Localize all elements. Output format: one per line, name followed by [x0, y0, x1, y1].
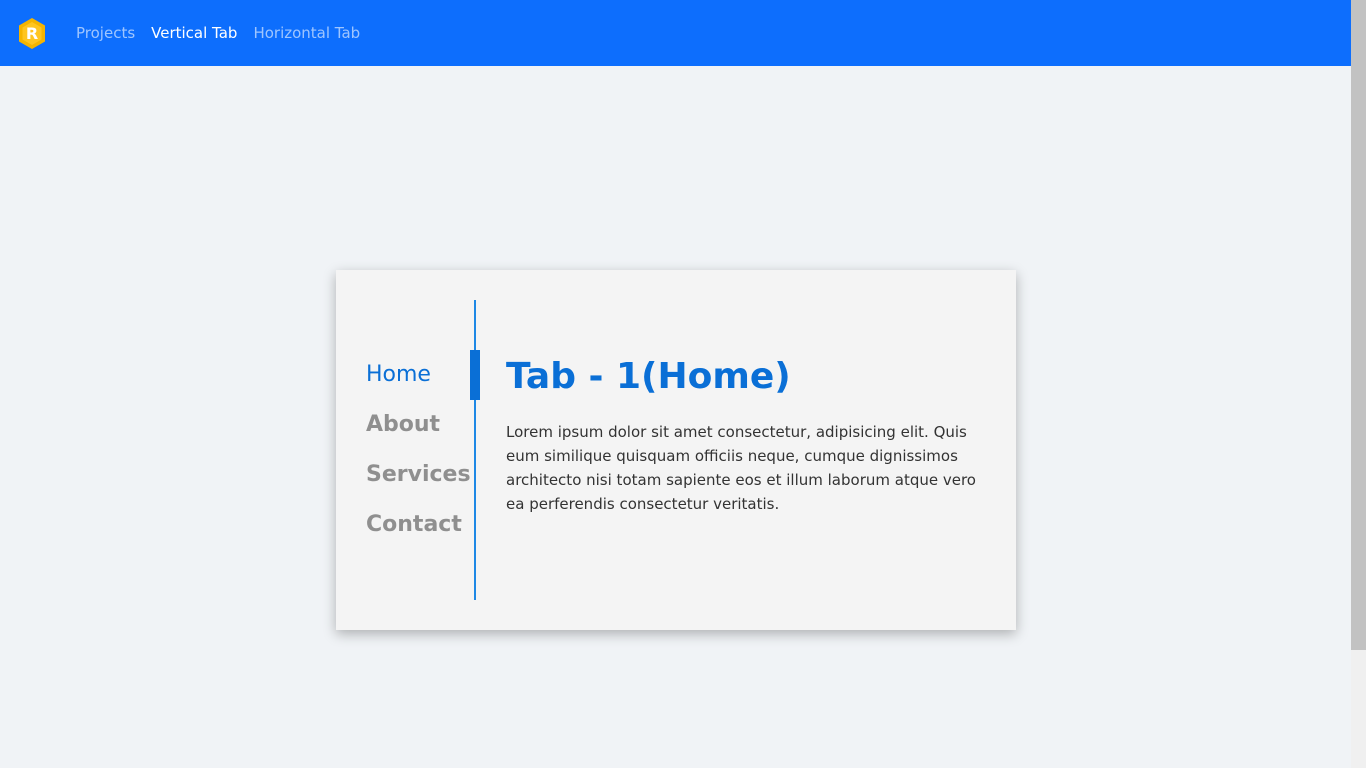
- tab-about[interactable]: About: [366, 400, 476, 450]
- tab-list: Home About Services Contact: [366, 350, 476, 550]
- scrollbar-thumb[interactable]: [1351, 0, 1366, 650]
- top-navbar: R Projects Vertical Tab Horizontal Tab: [0, 0, 1351, 66]
- nav-link-horizontal-tab[interactable]: Horizontal Tab: [253, 24, 360, 42]
- tab-content: Tab - 1(Home) Lorem ipsum dolor sit amet…: [506, 350, 976, 516]
- tab-home[interactable]: Home: [366, 350, 476, 400]
- tab-divider: [474, 300, 476, 600]
- tab-contact[interactable]: Contact: [366, 500, 476, 550]
- tab-services[interactable]: Services: [366, 450, 476, 500]
- nav-link-projects[interactable]: Projects: [76, 24, 135, 42]
- page: R Projects Vertical Tab Horizontal Tab H…: [0, 0, 1366, 768]
- nav-link-vertical-tab[interactable]: Vertical Tab: [151, 24, 237, 42]
- vertical-scrollbar[interactable]: [1351, 0, 1366, 768]
- content-title: Tab - 1(Home): [506, 356, 791, 397]
- logo-letter: R: [25, 23, 39, 43]
- active-tab-indicator: [470, 350, 480, 400]
- logo[interactable]: R: [17, 17, 47, 50]
- vertical-tab-card: Home About Services Contact Tab - 1(Home…: [336, 270, 1016, 630]
- content-text: Lorem ipsum dolor sit amet consectetur, …: [506, 423, 976, 513]
